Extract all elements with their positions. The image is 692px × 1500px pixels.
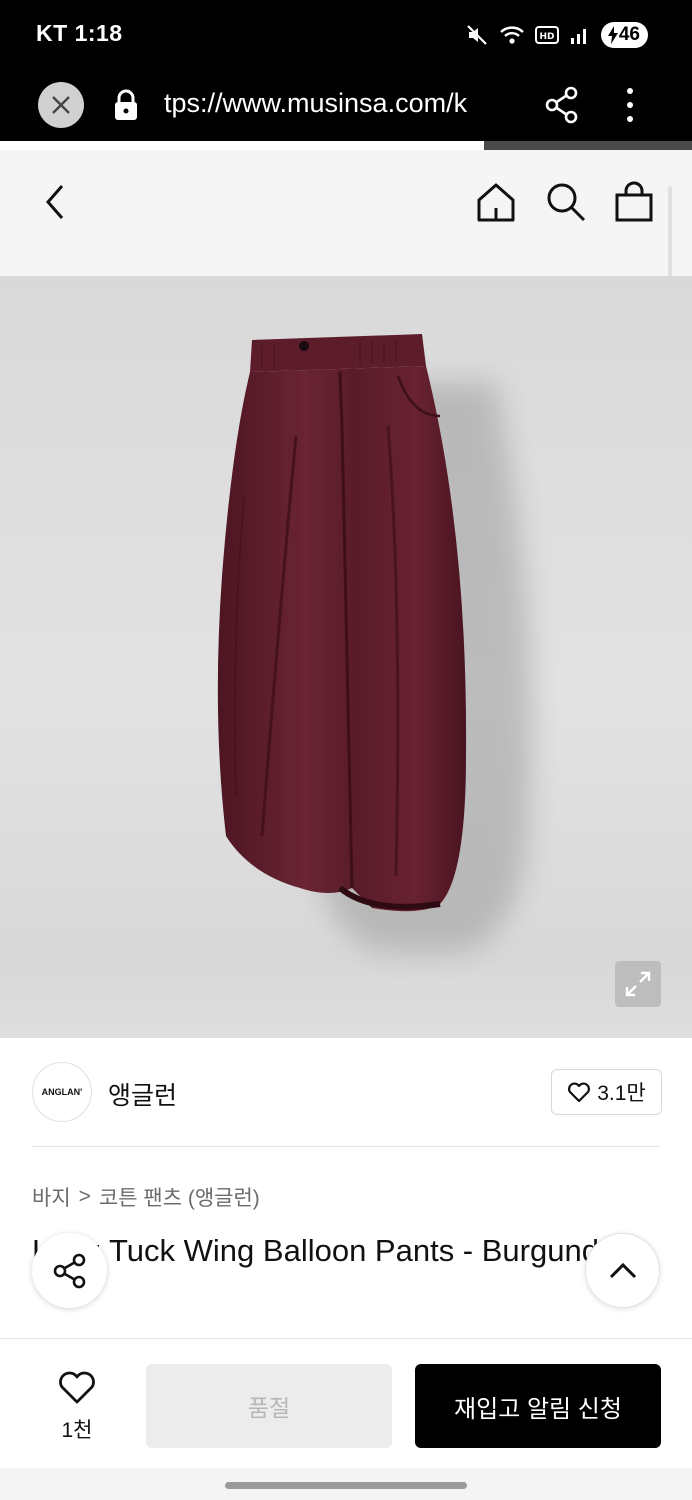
mute-icon <box>467 25 487 45</box>
url-field[interactable]: tps://www.musinsa.com/k <box>164 88 516 119</box>
brand-like-count: 3.1만 <box>597 1082 646 1105</box>
clock: 1:18 <box>74 20 123 46</box>
page-load-progress <box>0 141 692 150</box>
status-icons: HD 46 <box>465 22 648 48</box>
divider <box>32 1146 660 1147</box>
breadcrumb-separator: > <box>78 1185 91 1208</box>
battery-indicator: 46 <box>600 22 648 48</box>
share-icon[interactable] <box>544 86 580 124</box>
pants-illustration <box>217 334 532 952</box>
brand-logo[interactable]: ANGLAN' <box>32 1062 92 1122</box>
search-icon[interactable] <box>544 180 588 224</box>
battery-level: 46 <box>618 24 640 45</box>
charging-icon <box>607 26 618 44</box>
product-image[interactable] <box>0 276 692 1038</box>
more-menu-icon[interactable] <box>618 86 642 124</box>
progress-track <box>484 141 692 150</box>
close-tab-button[interactable] <box>38 82 84 128</box>
brand-row: ANGLAN' 앵글런 3.1만 <box>0 1038 692 1146</box>
wifi-icon <box>500 26 524 44</box>
product-title: Long Tuck Wing Balloon Pants - Burgundy <box>32 1233 615 1268</box>
breadcrumb-category[interactable]: 바지 <box>32 1182 71 1212</box>
close-icon <box>52 96 70 114</box>
signal-icon <box>570 29 586 44</box>
wishlist-button[interactable]: 1천 <box>40 1369 114 1444</box>
soldout-button[interactable]: 품절 <box>146 1364 392 1448</box>
breadcrumb: 바지 > 코튼 팬츠 (앵글런) <box>32 1182 260 1212</box>
brand-like-button[interactable]: 3.1만 <box>551 1069 662 1115</box>
shopping-bag-icon[interactable] <box>612 180 656 224</box>
breadcrumb-subcategory[interactable]: 코튼 팬츠 (앵글런) <box>99 1182 260 1212</box>
status-left: KT 1:18 <box>36 20 123 47</box>
system-nav-bar <box>0 1468 692 1500</box>
brand-name[interactable]: 앵글런 <box>108 1076 177 1112</box>
expand-image-button[interactable] <box>615 961 661 1007</box>
progress-fill <box>0 141 484 150</box>
lock-icon <box>115 89 137 120</box>
home-indicator[interactable] <box>225 1482 467 1489</box>
hd-icon: HD <box>534 26 559 44</box>
home-icon[interactable] <box>474 180 518 224</box>
restock-alert-button[interactable]: 재입고 알림 신청 <box>415 1364 661 1448</box>
svg-text:HD: HD <box>539 32 554 42</box>
purchase-bar: 1천 품절 재입고 알림 신청 <box>0 1338 692 1468</box>
share-icon <box>53 1253 85 1288</box>
wishlist-count: 1천 <box>61 1419 93 1442</box>
floating-share-button[interactable] <box>32 1233 107 1308</box>
scroll-to-top-button[interactable] <box>585 1233 660 1308</box>
status-bar: KT 1:18 HD 46 <box>0 0 692 70</box>
carrier-label: KT <box>36 20 68 46</box>
heart-icon <box>59 1371 95 1404</box>
chevron-up-icon <box>609 1262 636 1278</box>
heart-icon <box>568 1082 591 1103</box>
app-header <box>0 150 692 276</box>
back-arrow-icon[interactable] <box>38 180 72 224</box>
expand-icon <box>625 971 651 997</box>
browser-toolbar: tps://www.musinsa.com/k <box>0 70 692 144</box>
